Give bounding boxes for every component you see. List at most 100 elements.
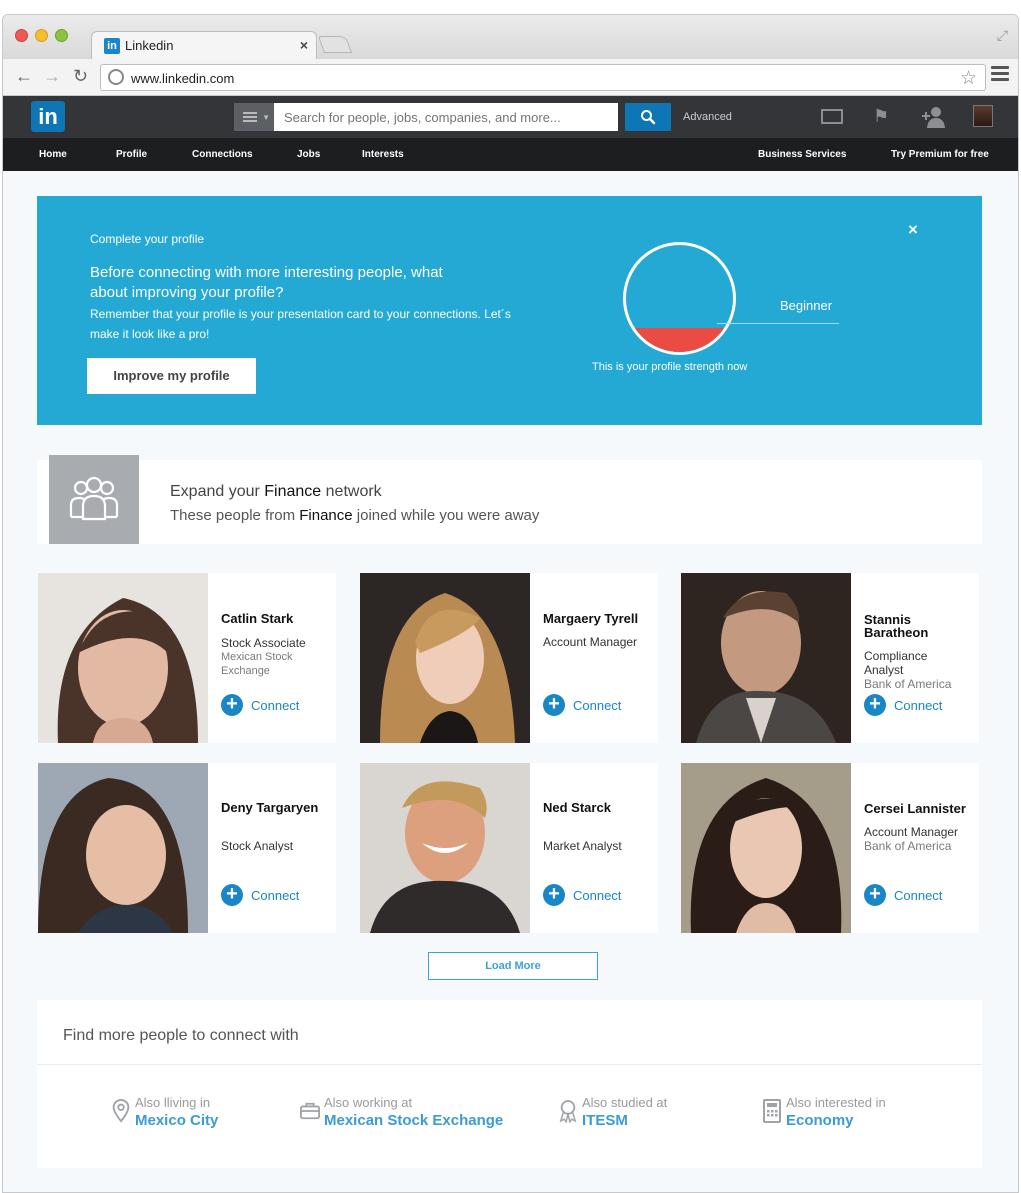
connect-button[interactable]: + Connect	[221, 694, 299, 716]
back-arrow-icon[interactable]: ←	[15, 66, 33, 87]
plus-icon: +	[543, 694, 565, 716]
nav-home[interactable]: Home	[39, 149, 67, 160]
expand-network-card: Expand your Finance network These people…	[37, 455, 982, 544]
person-card: Stannis Baratheon Compliance Analyst Ban…	[681, 573, 979, 743]
linkedin-logo[interactable]: in	[31, 101, 65, 132]
flag-icon[interactable]: ⚑	[873, 106, 889, 127]
plus-icon: +	[221, 884, 243, 906]
close-icon[interactable]: ×	[908, 220, 918, 240]
site-header: in ▼ Advanced ⚑	[3, 96, 1018, 138]
person-photo[interactable]	[681, 573, 851, 743]
nav-profile[interactable]: Profile	[116, 149, 147, 160]
url-text[interactable]: www.linkedin.com	[131, 71, 234, 86]
nav-try-premium[interactable]: Try Premium for free	[891, 149, 989, 160]
reload-icon[interactable]: ↻	[73, 66, 88, 87]
expand-title: Expand your Finance network	[170, 483, 382, 500]
browser-window: in Linkedin × ⤢ ← → ↻ www.linkedin.com ☆…	[2, 14, 1019, 1193]
profile-strength-level: Beginner	[780, 298, 833, 313]
profile-strength-caption: This is your profile strength now	[592, 361, 748, 373]
plus-icon: +	[221, 694, 243, 716]
add-person-icon	[922, 107, 945, 128]
search-category-dropdown[interactable]: ▼	[234, 103, 274, 131]
mail-icon[interactable]	[821, 109, 843, 124]
browser-menu-icon[interactable]	[991, 66, 1009, 81]
person-name[interactable]: Cersei Lannister	[864, 802, 966, 815]
person-name[interactable]: Margaery Tyrell	[543, 612, 638, 625]
search-button[interactable]	[625, 103, 671, 131]
find-more-title: Find more people to connect with	[63, 1027, 299, 1044]
person-role: Account Manager	[543, 635, 638, 649]
person-name[interactable]: Stannis Baratheon	[864, 613, 964, 639]
gauge-leader-line	[717, 323, 839, 324]
divider	[37, 1064, 982, 1065]
connect-button[interactable]: + Connect	[543, 694, 621, 716]
tab-close-icon[interactable]: ×	[300, 37, 308, 53]
ribbon-icon	[559, 1100, 577, 1123]
person-company: Bank of America	[864, 839, 952, 853]
tab-title: Linkedin	[125, 38, 174, 53]
find-more-card: Find more people to connect with Also ll…	[37, 1000, 982, 1168]
browser-tab[interactable]: in Linkedin ×	[91, 31, 317, 59]
banner-headline: Before connecting with more interesting …	[90, 264, 443, 301]
person-photo[interactable]	[38, 763, 208, 933]
person-role: Market Analyst	[543, 839, 622, 853]
forward-arrow-icon[interactable]: →	[43, 66, 61, 87]
nav-business-services[interactable]: Business Services	[758, 149, 846, 160]
address-bar[interactable]: www.linkedin.com ☆	[100, 64, 986, 91]
load-more-button[interactable]: Load More	[428, 952, 598, 980]
calculator-icon	[763, 1099, 781, 1123]
main-content: Complete your profile Before connecting …	[3, 171, 1018, 1192]
person-photo[interactable]	[360, 573, 530, 743]
new-tab-button[interactable]	[317, 36, 353, 53]
connect-button[interactable]: + Connect	[543, 884, 621, 906]
person-card: Catlin Stark Stock Associate Mexican Sto…	[38, 573, 336, 743]
plus-icon: +	[864, 694, 886, 716]
expand-subtitle: These people from Finance joined while y…	[170, 507, 540, 524]
search-input[interactable]	[274, 103, 618, 131]
globe-icon	[108, 69, 124, 85]
person-name[interactable]: Deny Targaryen	[221, 801, 318, 814]
profile-strength-gauge	[623, 242, 736, 355]
person-role: Account Manager	[864, 825, 959, 839]
primary-nav: Home Profile Connections Jobs Interests …	[3, 138, 1018, 171]
person-role: Stock Analyst	[221, 839, 294, 853]
browser-titlebar: in Linkedin × ⤢	[3, 15, 1018, 59]
person-photo[interactable]	[38, 573, 208, 743]
connect-button[interactable]: + Connect	[864, 884, 942, 906]
person-company: Bank of America	[864, 677, 952, 691]
nav-jobs[interactable]: Jobs	[297, 149, 320, 160]
profile-completion-banner: Complete your profile Before connecting …	[37, 196, 982, 425]
improve-profile-button[interactable]: Improve my profile	[87, 358, 256, 394]
group-icon-tile	[49, 455, 139, 544]
person-name[interactable]: Catlin Stark	[221, 612, 293, 625]
nav-interests[interactable]: Interests	[362, 149, 404, 160]
person-role: Compliance Analyst	[864, 649, 928, 677]
person-card: Cersei Lannister Account Manager Bank of…	[681, 763, 979, 933]
connect-button[interactable]: + Connect	[864, 694, 942, 716]
avatar[interactable]	[973, 105, 993, 127]
person-name[interactable]: Ned Starck	[543, 801, 611, 814]
person-card: Deny Targaryen Stock Analyst + Connect	[38, 763, 336, 933]
list-icon	[243, 112, 257, 122]
person-role: Stock Associate	[221, 636, 306, 650]
connect-button[interactable]: + Connect	[221, 884, 299, 906]
briefcase-icon	[300, 1102, 320, 1120]
add-connection-icon[interactable]	[922, 106, 946, 133]
person-card: Margaery Tyrell Account Manager + Connec…	[360, 573, 658, 743]
advanced-search-link[interactable]: Advanced	[683, 111, 732, 123]
maximize-window-button[interactable]	[55, 29, 68, 42]
browser-toolbar: ← → ↻ www.linkedin.com ☆	[3, 59, 1018, 96]
linkedin-favicon-icon: in	[104, 38, 120, 54]
fullscreen-icon[interactable]: ⤢	[997, 27, 1008, 44]
bookmark-star-icon[interactable]: ☆	[960, 67, 977, 90]
person-photo[interactable]	[360, 763, 530, 933]
person-photo[interactable]	[681, 763, 851, 933]
person-company: Mexican Stock Exchange	[221, 651, 293, 677]
nav-connections[interactable]: Connections	[192, 149, 253, 160]
plus-icon: +	[543, 884, 565, 906]
search-icon	[641, 110, 656, 125]
plus-icon: +	[864, 884, 886, 906]
profile-strength-fill	[626, 328, 733, 352]
close-window-button[interactable]	[15, 29, 28, 42]
minimize-window-button[interactable]	[35, 29, 48, 42]
